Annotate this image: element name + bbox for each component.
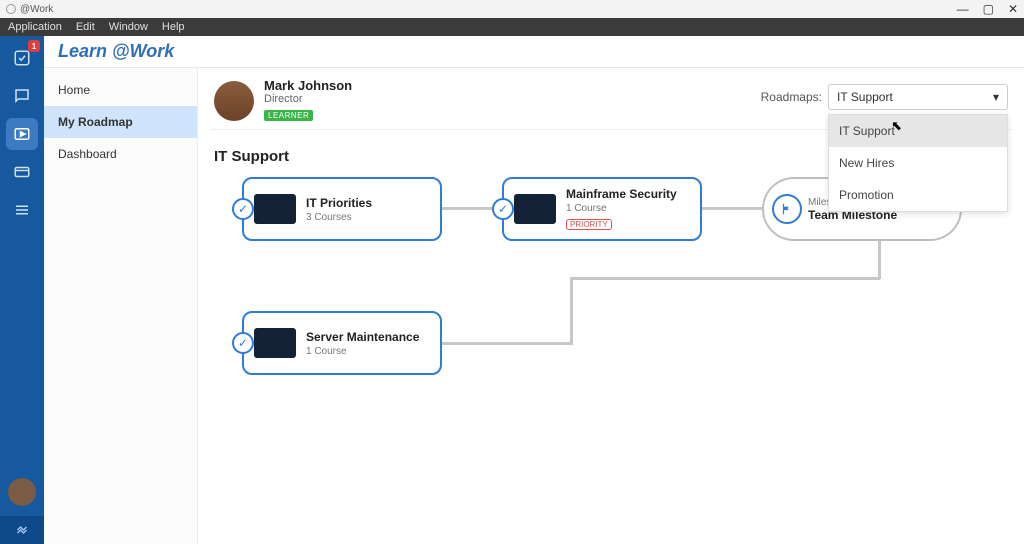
brand-title: Learn @Work [58,41,174,62]
roadmap-option-it-support[interactable]: IT Support [829,115,1007,147]
learner-badge: LEARNER [264,110,313,121]
card-title: IT Priorities [306,196,372,210]
flag-icon [772,194,802,224]
menu-help[interactable]: Help [162,21,185,33]
menu-edit[interactable]: Edit [76,21,95,33]
rail-card-icon[interactable] [6,156,38,188]
rail-chat-icon[interactable] [6,80,38,112]
roadmap-option-new-hires[interactable]: New Hires [829,147,1007,179]
profile-name: Mark Johnson [264,78,352,93]
connector [702,207,762,210]
connector [570,277,880,280]
window-title-bar: @Work — ▢ ✕ [0,0,1024,18]
profile-header: Mark Johnson Director LEARNER Roadmaps: … [210,68,1012,130]
menu-application[interactable]: Application [8,21,62,33]
card-server-maintenance[interactable]: ✓ Server Maintenance 1 Course [242,311,442,375]
close-button[interactable]: ✕ [1008,2,1018,16]
profile-role: Director [264,93,352,105]
card-subtitle: 1 Course [306,346,419,357]
cursor-icon: ⬉ [891,118,902,134]
profile-avatar[interactable] [214,81,254,121]
connector [442,342,572,345]
app-icon [6,4,16,14]
menu-window[interactable]: Window [109,21,148,33]
priority-badge: PRIORITY [566,219,612,230]
check-icon: ✓ [232,198,254,220]
roadmap-dropdown: IT Support New Hires Promotion [828,114,1008,212]
rail-learn-icon[interactable] [6,118,38,150]
nav-home[interactable]: Home [44,74,197,106]
roadmap-label: Roadmaps: [761,90,822,104]
left-rail: 1 [0,36,44,544]
course-thumb [254,194,296,224]
check-icon: ✓ [492,198,514,220]
card-title: Mainframe Security [566,187,677,201]
roadmap-option-promotion[interactable]: Promotion [829,179,1007,211]
nav-my-roadmap[interactable]: My Roadmap [44,106,197,138]
course-thumb [514,194,556,224]
maximize-button[interactable]: ▢ [983,2,994,16]
window-title: @Work [20,4,53,15]
connector [570,277,573,345]
card-subtitle: 1 Course [566,203,677,214]
card-subtitle: 3 Courses [306,212,372,223]
course-thumb [254,328,296,358]
roadmap-select[interactable]: IT Support ▾ [828,84,1008,110]
check-icon: ✓ [232,332,254,354]
card-it-priorities[interactable]: ✓ IT Priorities 3 Courses [242,177,442,241]
side-nav: Home My Roadmap Dashboard [44,68,198,544]
card-mainframe-security[interactable]: ✓ Mainframe Security 1 Course PRIORITY [502,177,702,241]
rail-footer-icon[interactable] [0,516,44,544]
minimize-button[interactable]: — [957,2,969,16]
nav-dashboard[interactable]: Dashboard [44,138,197,170]
rail-menu-icon[interactable] [6,194,38,226]
brand-bar: Learn @Work [44,36,1024,68]
chevron-down-icon: ▾ [993,90,999,104]
page-content: Mark Johnson Director LEARNER Roadmaps: … [198,68,1024,544]
connector [878,239,881,279]
roadmap-canvas: ✓ IT Priorities 3 Courses ✓ Mainframe Se… [210,177,1012,437]
card-title: Server Maintenance [306,330,419,344]
rail-avatar[interactable] [8,478,36,506]
menu-bar: Application Edit Window Help [0,18,1024,36]
notification-badge: 1 [28,40,40,52]
roadmap-selected: IT Support [837,90,893,104]
rail-home-icon[interactable]: 1 [6,42,38,74]
